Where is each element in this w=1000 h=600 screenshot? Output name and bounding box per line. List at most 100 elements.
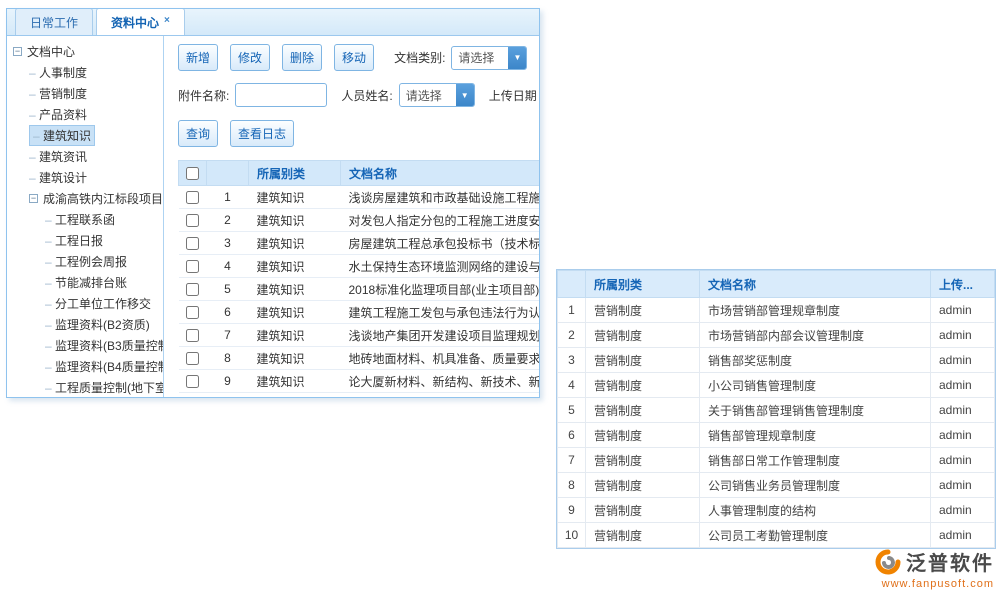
table-row[interactable]: 5 营销制度 关于销售部管理销售管理制度 admin	[558, 398, 995, 423]
edit-button[interactable]: 修改	[230, 44, 270, 71]
table-row[interactable]: 9 营销制度 人事管理制度的结构 admin	[558, 498, 995, 523]
table-row[interactable]: 6 建筑知识 建筑工程施工发包与承包违法行为认定...	[179, 301, 540, 324]
row-category: 营销制度	[586, 523, 700, 548]
upload-date-label: 上传日期	[489, 87, 537, 104]
row-number: 1	[207, 186, 249, 209]
toolbar-row-1: 新增 修改 删除 移动 文档类别: 请选择 ▼ 文档	[178, 44, 539, 71]
tree-item-label: 工程日报	[45, 232, 103, 249]
uploader-column-header: 上传...	[931, 271, 995, 298]
tab-daily-work[interactable]: 日常工作	[15, 8, 93, 35]
tab-data-center-label: 资料中心	[111, 16, 159, 30]
tree-item[interactable]: − 节能减排台账	[7, 272, 163, 293]
row-checkbox[interactable]	[186, 214, 199, 227]
table-row[interactable]: 4 营销制度 小公司销售管理制度 admin	[558, 373, 995, 398]
table-row[interactable]: 1 建筑知识 浅谈房屋建筑和市政基础设施工程施工...	[179, 186, 540, 209]
tree-item[interactable]: − 工程日报	[7, 230, 163, 251]
collapse-icon[interactable]: −	[29, 194, 38, 203]
row-doc-name: 房屋建筑工程总承包投标书（技术标）...	[341, 232, 540, 255]
move-button[interactable]: 移动	[334, 44, 374, 71]
row-doc-name: 销售部奖惩制度	[700, 348, 931, 373]
tab-close-icon[interactable]: ×	[164, 15, 170, 26]
table-row[interactable]: 9 建筑知识 论大厦新材料、新结构、新技术、新工...	[179, 370, 540, 393]
row-checkbox[interactable]	[186, 237, 199, 250]
tree-item-label: 建筑知识	[29, 125, 95, 146]
row-checkbox[interactable]	[186, 283, 199, 296]
table-row[interactable]: 10 营销制度 公司员工考勤管理制度 admin	[558, 523, 995, 548]
tree-item[interactable]: − 建筑知识	[7, 125, 163, 146]
row-category: 建筑知识	[249, 209, 341, 232]
row-uploader: admin	[931, 423, 995, 448]
tree-item[interactable]: − 工程例会周报	[7, 251, 163, 272]
delete-button[interactable]: 删除	[282, 44, 322, 71]
row-uploader: admin	[931, 323, 995, 348]
row-uploader: admin	[931, 473, 995, 498]
row-checkbox[interactable]	[186, 329, 199, 342]
tree-item[interactable]: − 监理资料(B3质量控制)	[7, 335, 163, 356]
table-row[interactable]: 3 建筑知识 房屋建筑工程总承包投标书（技术标）...	[179, 232, 540, 255]
tree-item-label: 工程例会周报	[45, 253, 127, 270]
row-checkbox[interactable]	[186, 375, 199, 388]
tab-data-center[interactable]: 资料中心 ×	[96, 8, 185, 35]
table-row[interactable]: 4 建筑知识 水土保持生态环境监测网络的建设与资...	[179, 255, 540, 278]
row-checkbox[interactable]	[186, 260, 199, 273]
table-row[interactable]: 8 建筑知识 地砖地面材料、机具准备、质量要求及...	[179, 347, 540, 370]
row-doc-name: 小公司销售管理制度	[700, 373, 931, 398]
tree-item[interactable]: − 建筑设计	[7, 167, 163, 188]
table-row[interactable]: 6 营销制度 销售部管理规章制度 admin	[558, 423, 995, 448]
tree-item-label: 工程联系函	[45, 211, 115, 228]
row-category: 建筑知识	[249, 232, 341, 255]
row-uploader: admin	[931, 523, 995, 548]
table-row[interactable]: 3 营销制度 销售部奖惩制度 admin	[558, 348, 995, 373]
row-number: 6	[558, 423, 586, 448]
add-button[interactable]: 新增	[178, 44, 218, 71]
row-checkbox[interactable]	[186, 306, 199, 319]
view-log-button[interactable]: 查看日志	[230, 120, 294, 147]
doc-type-select[interactable]: 请选择 ▼	[451, 46, 527, 70]
table-row[interactable]: 5 建筑知识 2018标准化监理项目部(业主项目部)人员...	[179, 278, 540, 301]
table-row[interactable]: 2 建筑知识 对发包人指定分包的工程施工进度安排...	[179, 209, 540, 232]
table-row[interactable]: 7 建筑知识 浅谈地产集团开发建设项目监理规划编...	[179, 324, 540, 347]
table-row[interactable]: 7 营销制度 销售部日常工作管理制度 admin	[558, 448, 995, 473]
tree-item[interactable]: − 监理资料(B2资质)	[7, 314, 163, 335]
tree-item[interactable]: − 营销制度	[7, 83, 163, 104]
row-category: 建筑知识	[249, 186, 341, 209]
row-category: 建筑知识	[249, 255, 341, 278]
tree-item[interactable]: − 工程质量控制(地下室)	[7, 377, 163, 398]
tree-item[interactable]: − 分工单位工作移交	[7, 293, 163, 314]
row-checkbox[interactable]	[186, 352, 199, 365]
row-doc-name: 关于销售部管理销售管理制度	[700, 398, 931, 423]
row-doc-name: 论大厦新材料、新结构、新技术、新工...	[341, 370, 540, 393]
tree-item[interactable]: − 监理资料(B4质量控制)	[7, 356, 163, 377]
row-number: 4	[558, 373, 586, 398]
row-checkbox[interactable]	[186, 191, 199, 204]
tree-item[interactable]: − 工程联系函	[7, 209, 163, 230]
name-column-header: 文档名称	[341, 161, 540, 186]
table-row[interactable]: 2 营销制度 市场营销部内部会议管理制度 admin	[558, 323, 995, 348]
tree-item[interactable]: − 产品资料	[7, 104, 163, 125]
row-doc-name: 地砖地面材料、机具准备、质量要求及...	[341, 347, 540, 370]
name-column-header: 文档名称	[700, 271, 931, 298]
row-category: 营销制度	[586, 423, 700, 448]
person-name-select[interactable]: 请选择 ▼	[399, 83, 475, 107]
row-doc-name: 市场营销部管理规章制度	[700, 298, 931, 323]
table-row[interactable]: 10 建筑知识 大厦地下室加气砼墙砌筑工程的施工方...	[179, 393, 540, 399]
tree-item[interactable]: − 文档中心	[7, 41, 163, 62]
select-all-checkbox[interactable]	[186, 167, 199, 180]
number-column-header	[207, 161, 249, 186]
attachment-name-input[interactable]	[235, 83, 327, 107]
row-number: 9	[558, 498, 586, 523]
row-category: 营销制度	[586, 473, 700, 498]
tree-item-label: 建筑设计	[29, 169, 87, 186]
row-category: 建筑知识	[249, 347, 341, 370]
row-doc-name: 销售部管理规章制度	[700, 423, 931, 448]
document-tree: − 文档中心 − 人事制度 − 营销制度 − 产品资料 − 建筑知识 − 建筑资…	[7, 36, 164, 398]
tree-item[interactable]: − 人事制度	[7, 62, 163, 83]
query-button[interactable]: 查询	[178, 120, 218, 147]
tree-item[interactable]: − 建筑资讯	[7, 146, 163, 167]
collapse-icon[interactable]: −	[13, 47, 22, 56]
table-row[interactable]: 1 营销制度 市场营销部管理规章制度 admin	[558, 298, 995, 323]
category-table-header: 所属别类 文档名称 上传...	[558, 271, 995, 298]
table-row[interactable]: 8 营销制度 公司销售业务员管理制度 admin	[558, 473, 995, 498]
tree-item[interactable]: − 成渝高铁内江标段项目	[7, 188, 163, 209]
category-table-window: 所属别类 文档名称 上传... 1 营销制度 市场营销部管理规章制度 admin…	[556, 269, 996, 549]
